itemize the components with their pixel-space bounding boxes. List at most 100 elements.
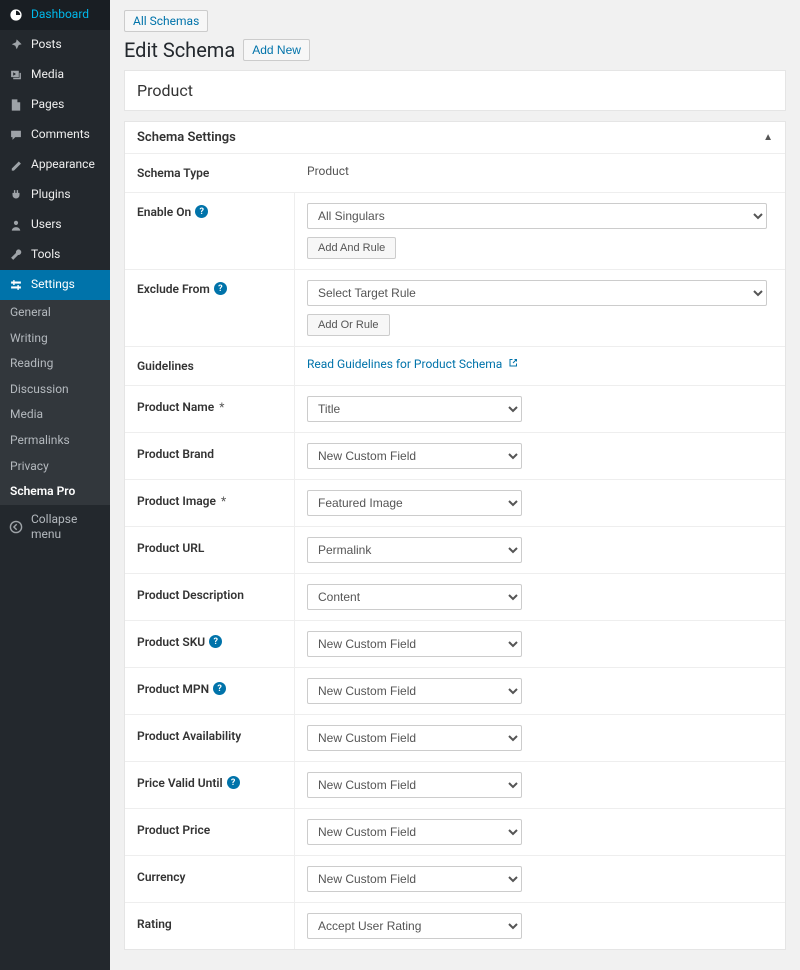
sidebar-item-appearance[interactable]: Appearance — [0, 150, 110, 180]
field-label: Product Brand — [125, 433, 295, 479]
help-icon[interactable]: ? — [213, 682, 226, 695]
sidebar-item-settings[interactable]: Settings — [0, 270, 110, 300]
row-product-name: Product Name* Title — [125, 386, 785, 433]
sidebar-sub-permalinks[interactable]: Permalinks — [0, 428, 110, 454]
field-label: Product Name* — [125, 386, 295, 432]
page-icon — [8, 97, 24, 113]
sidebar-item-comments[interactable]: Comments — [0, 120, 110, 150]
settings-title: Schema Settings — [137, 130, 236, 145]
field-select[interactable]: New Custom Field — [307, 819, 522, 845]
field-select[interactable]: Content — [307, 584, 522, 610]
media-icon — [8, 67, 24, 83]
field-select[interactable]: Permalink — [307, 537, 522, 563]
sidebar-label: Settings — [31, 277, 75, 293]
row-price-valid-until: Price Valid Until? New Custom Field — [125, 762, 785, 809]
sidebar-item-tools[interactable]: Tools — [0, 240, 110, 270]
settings-header: Schema Settings ▲ — [125, 122, 785, 154]
field-label: Product URL — [125, 527, 295, 573]
add-new-button[interactable]: Add New — [243, 39, 310, 61]
field-select[interactable]: New Custom Field — [307, 443, 522, 469]
required-indicator: * — [219, 400, 224, 414]
field-select[interactable]: New Custom Field — [307, 866, 522, 892]
row-product-description: Product DescriptionContent — [125, 574, 785, 621]
sidebar-sub-reading[interactable]: Reading — [0, 351, 110, 377]
sidebar-label: Plugins — [31, 187, 71, 203]
sidebar-sub-label: Permalinks — [10, 433, 70, 449]
collapse-menu[interactable]: Collapse menu — [0, 505, 110, 550]
help-icon[interactable]: ? — [227, 776, 240, 789]
row-schema-type: Schema Type Product — [125, 154, 785, 193]
sidebar-sub-general[interactable]: General — [0, 300, 110, 326]
guidelines-link[interactable]: Read Guidelines for Product Schema — [307, 357, 518, 371]
add-or-rule-button[interactable]: Add Or Rule — [307, 314, 390, 336]
sidebar-sub-media[interactable]: Media — [0, 402, 110, 428]
label-exclude-from: Exclude From ? — [125, 270, 295, 346]
comment-icon — [8, 127, 24, 143]
help-icon[interactable]: ? — [214, 282, 227, 295]
field-label: Rating — [125, 903, 295, 949]
admin-sidebar: Dashboard Posts Media Pages Comments Appearan… — [0, 0, 110, 970]
page-title: Edit Schema — [124, 38, 235, 62]
field-label: Product Image* — [125, 480, 295, 526]
field-select[interactable]: Title — [307, 396, 522, 422]
sidebar-sub-label: Discussion — [10, 382, 69, 398]
panel-toggle-icon[interactable]: ▲ — [763, 132, 773, 143]
label-guidelines: Guidelines — [125, 347, 295, 385]
sidebar-sub-label: Schema Pro — [10, 484, 75, 500]
sidebar-item-pages[interactable]: Pages — [0, 90, 110, 120]
sidebar-label: Media — [31, 67, 64, 83]
row-guidelines: Guidelines Read Guidelines for Product S… — [125, 347, 785, 386]
collapse-label: Collapse menu — [31, 512, 102, 543]
sidebar-sub-label: Writing — [10, 331, 48, 347]
field-select[interactable]: New Custom Field — [307, 772, 522, 798]
sidebar-sub-label: General — [10, 305, 51, 321]
field-label: Product SKU? — [125, 621, 295, 667]
all-schemas-link[interactable]: All Schemas — [124, 10, 208, 32]
sidebar-sub-writing[interactable]: Writing — [0, 326, 110, 352]
field-select[interactable]: New Custom Field — [307, 725, 522, 751]
field-select[interactable]: New Custom Field — [307, 631, 522, 657]
sidebar-sub-discussion[interactable]: Discussion — [0, 377, 110, 403]
row-product-sku: Product SKU? New Custom Field — [125, 621, 785, 668]
sidebar-sub-label: Media — [10, 407, 43, 423]
field-select[interactable]: New Custom Field — [307, 678, 522, 704]
row-product-image: Product Image* Featured Image — [125, 480, 785, 527]
label-schema-type: Schema Type — [125, 154, 295, 192]
page-title-row: Edit Schema Add New — [124, 38, 786, 62]
sidebar-item-dashboard[interactable]: Dashboard — [0, 0, 110, 30]
field-select[interactable]: Accept User Rating — [307, 913, 522, 939]
sidebar-item-media[interactable]: Media — [0, 60, 110, 90]
sidebar-label: Tools — [31, 247, 60, 263]
row-product-url: Product URL Permalink — [125, 527, 785, 574]
user-icon — [8, 217, 24, 233]
help-icon[interactable]: ? — [209, 635, 222, 648]
sidebar-item-posts[interactable]: Posts — [0, 30, 110, 60]
sidebar-item-users[interactable]: Users — [0, 210, 110, 240]
field-label: Price Valid Until? — [125, 762, 295, 808]
field-label: Product Price — [125, 809, 295, 855]
sidebar-label: Dashboard — [31, 7, 89, 23]
sidebar-item-plugins[interactable]: Plugins — [0, 180, 110, 210]
plugin-icon — [8, 187, 24, 203]
sidebar-sub-privacy[interactable]: Privacy — [0, 454, 110, 480]
schema-name: Product — [125, 71, 785, 110]
field-label: Product MPN? — [125, 668, 295, 714]
help-icon[interactable]: ? — [195, 205, 208, 218]
value-schema-type: Product — [307, 164, 349, 178]
add-and-rule-button[interactable]: Add And Rule — [307, 237, 396, 259]
select-enable-on[interactable]: All Singulars — [307, 203, 767, 229]
field-select[interactable]: Featured Image — [307, 490, 522, 516]
row-product-price: Product Price New Custom Field — [125, 809, 785, 856]
required-indicator: * — [221, 494, 226, 508]
top-links: All Schemas — [124, 10, 786, 32]
settings-icon — [8, 277, 24, 293]
label-enable-on: Enable On ? — [125, 193, 295, 269]
sidebar-sub-label: Reading — [10, 356, 53, 372]
sidebar-label: Comments — [31, 127, 90, 143]
sidebar-sub-schema-pro[interactable]: Schema Pro — [0, 479, 110, 505]
select-exclude-from[interactable]: Select Target Rule — [307, 280, 767, 306]
sidebar-label: Pages — [31, 97, 64, 113]
row-rating: Rating Accept User Rating — [125, 903, 785, 949]
row-exclude-from: Exclude From ? Select Target Rule Add Or… — [125, 270, 785, 347]
pin-icon — [8, 37, 24, 53]
